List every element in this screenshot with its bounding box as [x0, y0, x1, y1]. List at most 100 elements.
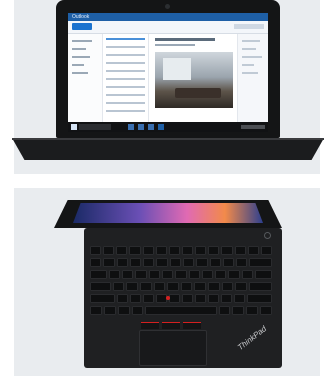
key — [169, 294, 180, 303]
key — [222, 258, 235, 267]
key — [155, 246, 167, 255]
key-row — [90, 282, 272, 291]
outlook-taskbar-icon — [158, 124, 164, 130]
key — [180, 282, 193, 291]
key — [207, 294, 219, 303]
key — [122, 270, 134, 279]
taskbar-app-icon — [138, 124, 144, 130]
taskbar-search — [79, 124, 111, 130]
key — [194, 282, 207, 291]
key — [143, 294, 155, 303]
key — [117, 306, 130, 315]
system-tray — [241, 125, 265, 129]
message-row — [106, 70, 145, 72]
enter-key — [248, 282, 272, 291]
key — [232, 306, 245, 315]
key-row — [90, 246, 272, 255]
panel-line — [242, 72, 258, 74]
power-button — [264, 232, 271, 239]
message-row — [106, 46, 145, 48]
key — [148, 270, 161, 279]
key — [153, 282, 166, 291]
message-subject — [155, 38, 215, 41]
message-row — [106, 94, 145, 96]
key-row — [90, 270, 272, 279]
middle-click-button — [162, 322, 180, 329]
right-click-button — [183, 322, 201, 329]
message-row — [106, 110, 145, 112]
shift-key — [90, 294, 116, 303]
message-row — [106, 62, 145, 64]
key — [129, 258, 142, 267]
key — [221, 282, 234, 291]
laptop-base — [12, 138, 324, 160]
toolbar-actions — [234, 24, 264, 29]
app-titlebar: Outlook — [68, 13, 268, 21]
key — [255, 270, 272, 279]
key — [130, 294, 142, 303]
photo-window — [163, 58, 191, 80]
key-row — [90, 294, 272, 303]
key — [208, 246, 220, 255]
key — [103, 258, 115, 267]
keyboard — [90, 246, 273, 318]
key — [182, 258, 195, 267]
key — [196, 258, 208, 267]
key — [181, 246, 194, 255]
message-list — [103, 34, 149, 122]
key — [215, 270, 227, 279]
key — [234, 246, 246, 255]
tab-key — [90, 270, 107, 279]
touchpad — [139, 330, 207, 366]
folder-item — [72, 48, 86, 50]
key — [117, 294, 129, 303]
taskbar — [68, 122, 268, 132]
app-toolbar — [68, 21, 268, 34]
key — [195, 246, 207, 255]
taskbar-app-icon — [128, 124, 134, 130]
people-panel — [237, 34, 268, 122]
key — [126, 282, 139, 291]
shift-key — [246, 294, 272, 303]
key-row — [90, 306, 273, 315]
key — [194, 294, 206, 303]
spacebar — [145, 306, 217, 315]
key — [116, 246, 128, 255]
key — [131, 306, 144, 315]
message-row — [106, 54, 145, 56]
key — [260, 306, 273, 315]
key — [188, 270, 200, 279]
folder-item — [72, 64, 84, 66]
folder-pane — [68, 34, 103, 122]
key — [112, 282, 125, 291]
trackpoint-buttons — [141, 322, 201, 329]
key — [135, 270, 147, 279]
key — [201, 270, 214, 279]
key-row — [90, 258, 272, 267]
webcam — [165, 4, 170, 9]
trackpoint — [166, 296, 170, 300]
key — [175, 270, 187, 279]
key — [260, 246, 272, 255]
laptop-lid: Outlook — [56, 0, 280, 138]
reading-pane — [149, 34, 268, 122]
folder-item — [72, 40, 92, 42]
app-name: Outlook — [72, 14, 90, 20]
key — [103, 306, 116, 315]
key — [167, 282, 179, 291]
backspace-key — [249, 258, 272, 267]
message-photo — [155, 52, 233, 108]
key — [241, 270, 254, 279]
key — [142, 246, 154, 255]
key — [181, 294, 193, 303]
key — [108, 270, 121, 279]
key — [209, 258, 221, 267]
key — [103, 246, 115, 255]
key — [90, 258, 102, 267]
photo-table — [175, 88, 221, 98]
key — [220, 294, 232, 303]
key — [162, 270, 174, 279]
panel-line — [242, 56, 262, 58]
laptop-screen: Outlook — [68, 13, 268, 132]
key — [228, 270, 240, 279]
